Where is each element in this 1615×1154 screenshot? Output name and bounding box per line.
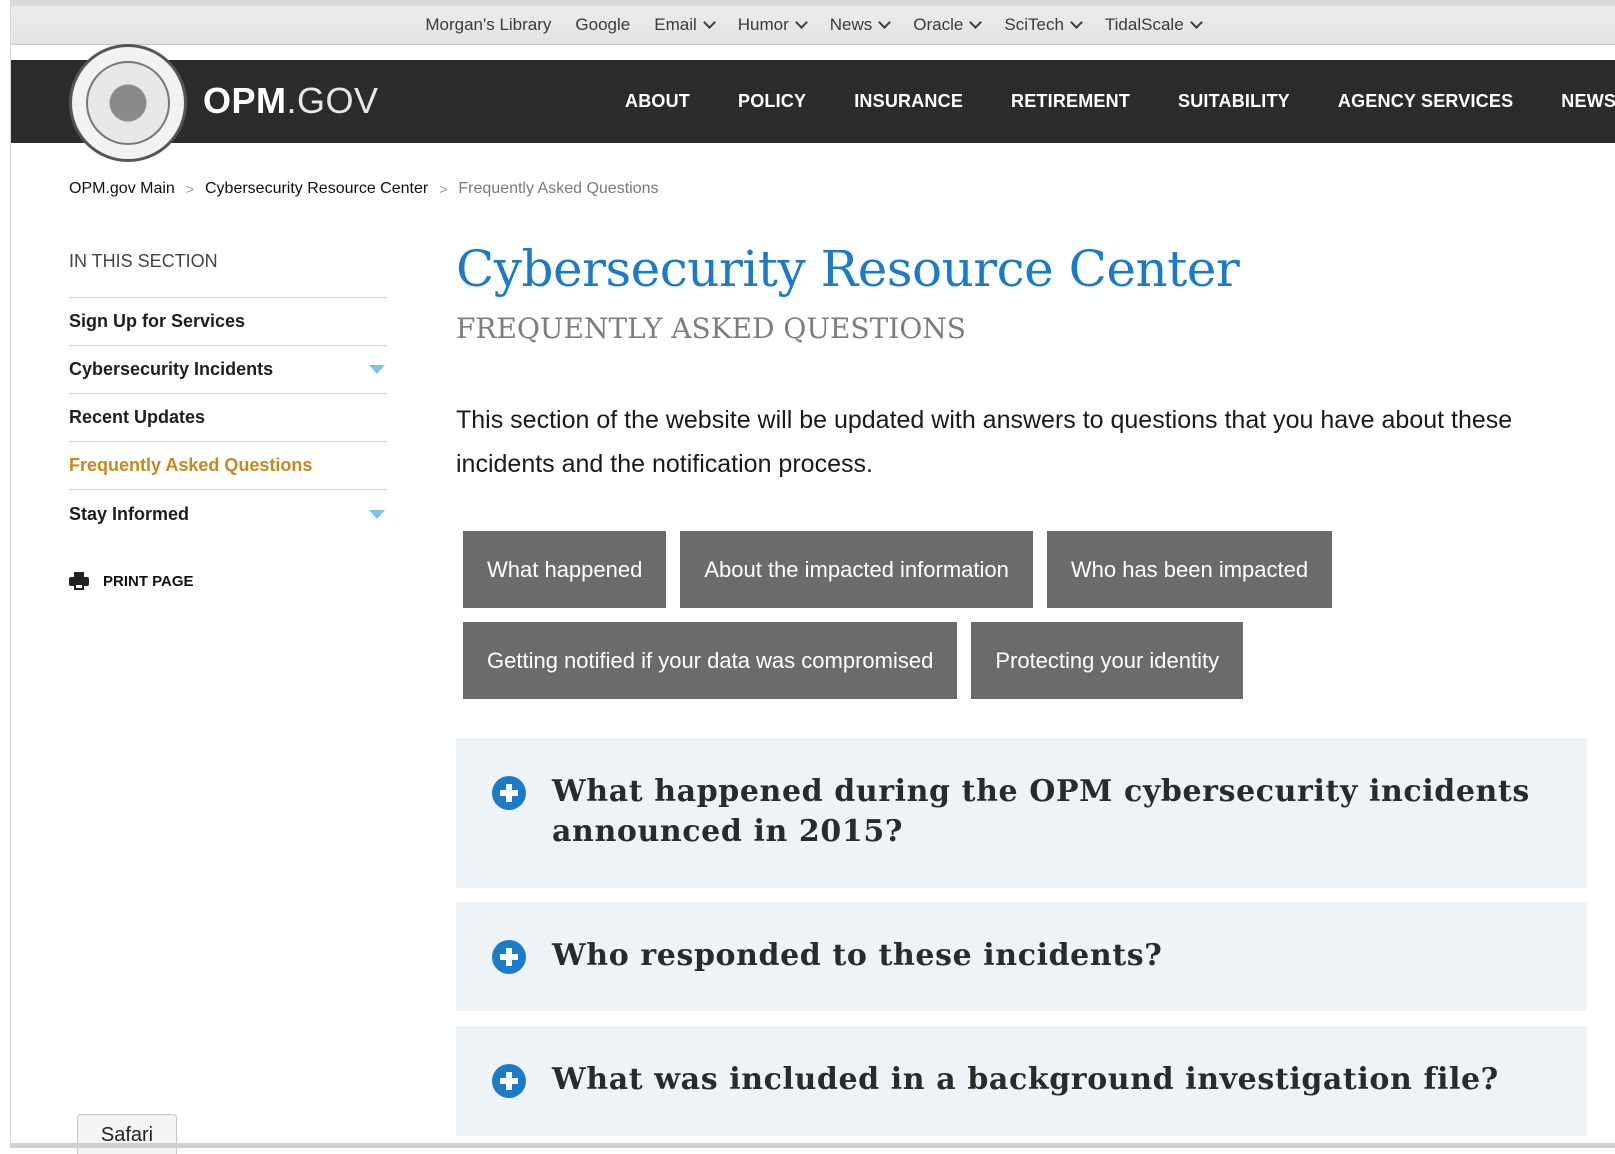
site-logo[interactable]: OPM.GOV — [203, 80, 379, 122]
breadcrumb-separator-icon: > — [185, 181, 194, 197]
nav-suitability[interactable]: SUITABILITY — [1154, 91, 1314, 112]
sidebar-item-cybersecurity-incidents[interactable]: Cybersecurity Incidents — [69, 346, 387, 394]
seal-emblem — [86, 61, 170, 145]
sidebar-item-label: Recent Updates — [69, 407, 206, 427]
sidebar-item-label: Frequently Asked Questions — [69, 455, 313, 475]
page-title: Cybersecurity Resource Center — [456, 240, 1240, 298]
section-sidebar: IN THIS SECTION Sign Up for Services Cyb… — [69, 248, 387, 538]
tile-row: What happened About the impacted informa… — [463, 531, 1613, 608]
bookmark-label: Google — [575, 15, 631, 34]
nav-retirement[interactable]: RETIREMENT — [987, 91, 1154, 112]
nav-about[interactable]: ABOUT — [601, 91, 714, 112]
sidebar-item-label: Sign Up for Services — [69, 311, 246, 331]
page-subtitle: FREQUENTLY ASKED QUESTIONS — [456, 312, 966, 345]
bookmark-label: Morgan's Library — [425, 15, 552, 34]
breadcrumb-link-cybersecurity[interactable]: Cybersecurity Resource Center — [205, 180, 428, 198]
chevron-down-icon — [702, 16, 716, 29]
bookmark-google[interactable]: Google — [563, 15, 642, 35]
expand-plus-icon[interactable] — [492, 940, 526, 974]
sidebar-item-stay-informed[interactable]: Stay Informed — [69, 490, 387, 538]
bookmark-humor[interactable]: Humor — [726, 15, 818, 35]
print-page-label: PRINT PAGE — [103, 572, 194, 590]
chevron-down-icon — [794, 16, 808, 29]
intro-paragraph: This section of the website will be upda… — [456, 406, 1513, 478]
bookmark-label: Humor — [737, 15, 789, 34]
bookmark-label: TidalScale — [1104, 15, 1184, 34]
bookmark-oracle[interactable]: Oracle — [901, 15, 992, 35]
chevron-down-icon — [1070, 16, 1083, 29]
sidebar-item-faq[interactable]: Frequently Asked Questions — [69, 442, 387, 490]
bookmark-scitech[interactable]: SciTech — [992, 15, 1093, 35]
faq-question: What happened during the OPM cybersecuri… — [552, 772, 1530, 852]
sidebar-item-sign-up[interactable]: Sign Up for Services — [69, 298, 387, 346]
chevron-down-icon — [878, 16, 892, 29]
faq-question-line: announced in 2015? — [552, 814, 903, 849]
window-bottom-edge — [11, 1143, 1615, 1148]
topic-tiles: What happened About the impacted informa… — [463, 531, 1613, 713]
expand-triangle-icon[interactable] — [369, 365, 385, 374]
site-header: OPM.GOV ABOUT POLICY INSURANCE RETIREMEN… — [11, 44, 1615, 162]
tile-who-impacted[interactable]: Who has been impacted — [1046, 531, 1333, 608]
expand-plus-icon[interactable] — [492, 1064, 526, 1098]
expand-plus-icon[interactable] — [492, 776, 526, 810]
breadcrumb: OPM.gov Main > Cybersecurity Resource Ce… — [69, 180, 659, 198]
printer-icon — [69, 572, 89, 590]
tile-protecting-identity[interactable]: Protecting your identity — [971, 622, 1244, 699]
faq-question: Who responded to these incidents? — [552, 938, 1163, 973]
bookmark-label: News — [829, 15, 873, 34]
faq-item[interactable]: Who responded to these incidents? — [456, 902, 1587, 1011]
nav-agency-services[interactable]: AGENCY SERVICES — [1314, 91, 1537, 112]
breadcrumb-separator-icon: > — [439, 181, 448, 197]
bookmark-tidalscale[interactable]: TidalScale — [1093, 15, 1213, 35]
opm-seal-logo[interactable] — [69, 44, 187, 162]
chevron-down-icon — [1189, 16, 1203, 29]
tile-row: Getting notified if your data was compro… — [463, 622, 1613, 699]
bookmark-news[interactable]: News — [818, 15, 902, 35]
safari-tab[interactable]: Safari — [77, 1114, 177, 1154]
faq-question: What was included in a background invest… — [552, 1062, 1499, 1097]
faq-item[interactable]: What was included in a background invest… — [456, 1026, 1587, 1136]
nav-insurance[interactable]: INSURANCE — [830, 91, 987, 112]
sidebar-item-recent-updates[interactable]: Recent Updates — [69, 394, 387, 442]
bookmark-label: Email — [654, 15, 697, 34]
tile-what-happened[interactable]: What happened — [463, 531, 667, 608]
bookmark-email[interactable]: Email — [642, 15, 726, 35]
breadcrumb-current: Frequently Asked Questions — [458, 180, 659, 197]
bookmark-label: Oracle — [913, 15, 964, 34]
logo-light-text: .GOV — [286, 80, 379, 121]
logo-bold-text: OPM — [203, 80, 287, 121]
tile-impacted-information[interactable]: About the impacted information — [680, 531, 1033, 608]
expand-triangle-icon[interactable] — [369, 509, 385, 519]
chevron-down-icon — [969, 16, 983, 29]
window-left-edge — [0, 0, 11, 1148]
bookmarks-bar: Morgan's Library Google Email Humor News… — [11, 6, 1615, 45]
bookmark-label: SciTech — [1004, 15, 1064, 34]
breadcrumb-link-home[interactable]: OPM.gov Main — [69, 180, 175, 198]
nav-news[interactable]: NEWS — [1537, 91, 1615, 112]
sidebar-section-title: IN THIS SECTION — [69, 248, 387, 298]
sidebar-item-label: Cybersecurity Incidents — [69, 359, 274, 379]
tile-getting-notified[interactable]: Getting notified if your data was compro… — [463, 622, 958, 699]
bookmark-morgans-library[interactable]: Morgan's Library — [413, 15, 563, 35]
print-page-button[interactable]: PRINT PAGE — [69, 572, 194, 590]
main-nav: ABOUT POLICY INSURANCE RETIREMENT SUITAB… — [601, 60, 1615, 143]
faq-question-line: What happened during the OPM cybersecuri… — [552, 774, 1530, 809]
nav-policy[interactable]: POLICY — [714, 91, 830, 112]
sidebar-item-label: Stay Informed — [69, 503, 190, 524]
faq-item[interactable]: What happened during the OPM cybersecuri… — [456, 738, 1587, 888]
